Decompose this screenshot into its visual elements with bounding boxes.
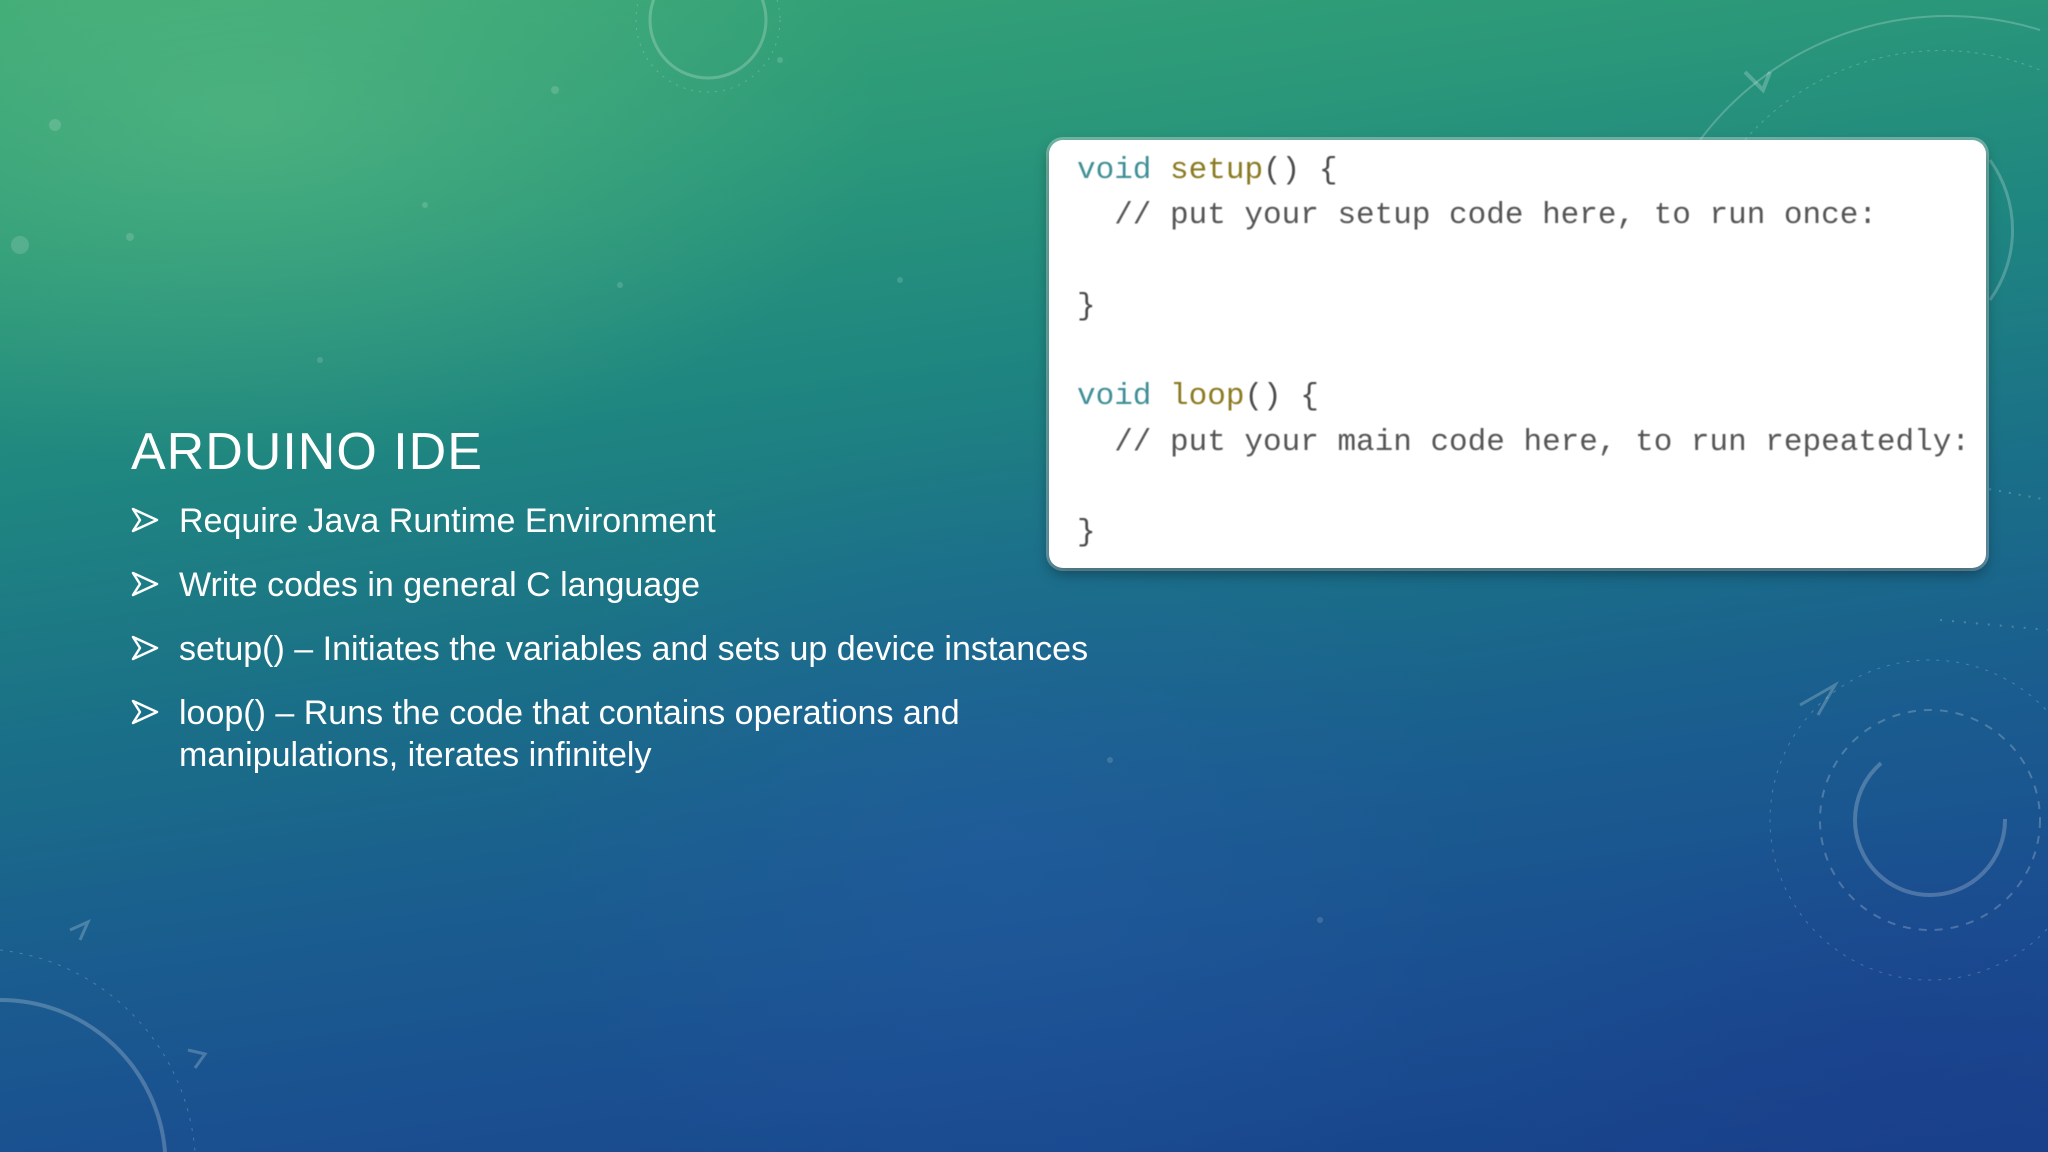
- code-function-name: setup: [1170, 153, 1264, 188]
- bullet-list: Require Java Runtime Environment Write c…: [131, 500, 1131, 798]
- code-line-loop-comment: // put your main code here, to run repea…: [1077, 424, 1970, 460]
- code-line-setup-comment: // put your setup code here, to run once…: [1077, 198, 1877, 234]
- bullet-text: loop() – Runs the code that contains ope…: [179, 694, 960, 774]
- arrow-bullet-icon: [131, 699, 159, 725]
- bullet-text: Require Java Runtime Environment: [179, 502, 716, 540]
- bottom-left-ring-decoration: [0, 997, 167, 1152]
- code-punctuation: () {: [1263, 153, 1338, 188]
- code-keyword: void: [1077, 153, 1152, 188]
- bullet-item: Require Java Runtime Environment: [131, 500, 1131, 542]
- slide-title: ARDUINO IDE: [131, 423, 483, 481]
- top-ring-decoration: [648, 0, 768, 80]
- bullet-item: loop() – Runs the code that contains ope…: [131, 692, 1131, 776]
- code-line-loop-close: }: [1077, 515, 1096, 551]
- code-line-loop-signature: void loop() {: [1077, 374, 1986, 419]
- code-line-setup-close: }: [1077, 288, 1096, 324]
- code-line-setup-signature: void setup() {: [1077, 148, 1986, 193]
- top-right-arrow-decoration: [1743, 70, 1772, 94]
- bullet-text: setup() – Initiates the variables and se…: [179, 630, 1089, 668]
- code-punctuation: () {: [1244, 379, 1319, 415]
- right-ring-decoration: [1853, 743, 2007, 897]
- code-function-name: loop: [1170, 379, 1245, 415]
- bullet-text: Write codes in general C language: [179, 566, 701, 604]
- code-keyword: void: [1077, 379, 1152, 415]
- arrow-bullet-icon: [131, 571, 159, 597]
- bullet-item: Write codes in general C language: [131, 564, 1131, 606]
- top-right-arc-decoration: [1699, 15, 2041, 141]
- bullet-item: setup() – Initiates the variables and se…: [131, 628, 1131, 670]
- code-snippet-image: void setup() { // put your setup code he…: [1049, 140, 1986, 568]
- arrow-bullet-icon: [131, 507, 159, 533]
- arrow-bullet-icon: [131, 635, 159, 661]
